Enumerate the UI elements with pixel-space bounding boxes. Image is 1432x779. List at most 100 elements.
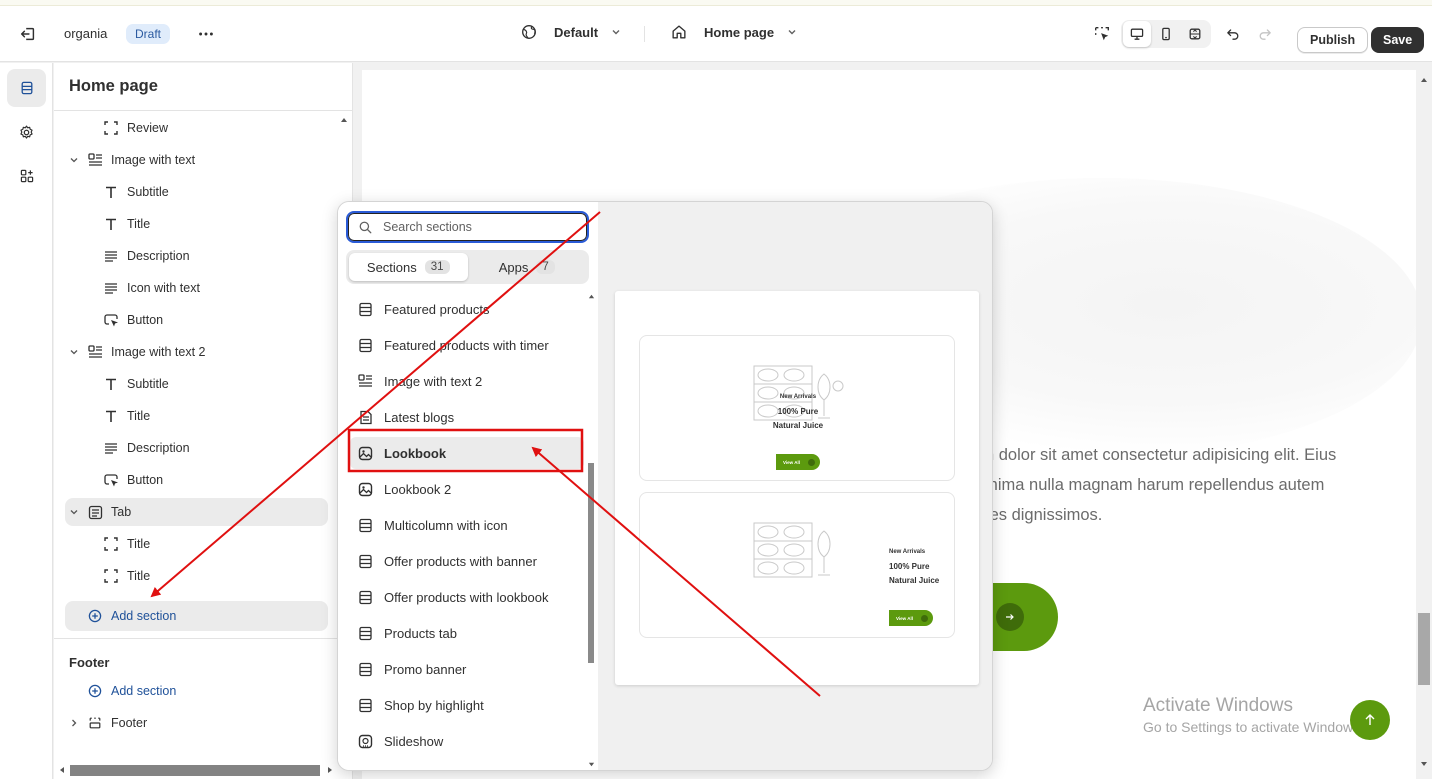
sections-sidebar: Home page Review Image with text Subtitle T…: [54, 63, 353, 779]
footer-section-icon: [89, 717, 101, 729]
horizontal-scrollbar[interactable]: [58, 763, 344, 777]
card-headline: Natural Juice: [889, 576, 940, 585]
tree-item-label: Description: [127, 249, 190, 263]
desktop-view-button[interactable]: [1123, 21, 1151, 47]
scroll-up-arrow-icon[interactable]: [588, 293, 595, 300]
block-tree-item[interactable]: Description: [103, 242, 190, 270]
card-view-all-button: View All: [889, 610, 933, 626]
footer-section-item[interactable]: Footer: [69, 709, 147, 737]
undo-button[interactable]: [1219, 20, 1247, 48]
scroll-up-arrow-icon[interactable]: [1420, 76, 1428, 84]
chevron-down-icon[interactable]: [69, 155, 79, 165]
block-tree-item[interactable]: Title: [103, 562, 150, 590]
desktop-icon: [1130, 28, 1144, 40]
section-list-item-label: Shop by highlight: [384, 697, 484, 713]
section-list-item[interactable]: Slideshow: [350, 725, 584, 757]
search-input[interactable]: [383, 220, 563, 234]
section-list-item[interactable]: Lookbook 2: [350, 473, 584, 505]
scroll-left-arrow-icon[interactable]: [58, 766, 66, 774]
scroll-right-arrow-icon[interactable]: [326, 766, 334, 774]
block-tree-item[interactable]: Title: [103, 530, 150, 558]
publish-button[interactable]: Publish: [1297, 27, 1369, 53]
horizontal-scroll-thumb[interactable]: [70, 765, 320, 776]
footer-section-label: Footer: [111, 716, 148, 730]
tree-item-label: Icon with text: [127, 281, 200, 295]
theme-selector[interactable]: Default: [520, 23, 622, 41]
block-tree-item[interactable]: Icon with text: [103, 274, 200, 302]
paragraph-line: tes dignissimos.: [985, 506, 1103, 524]
block-tree-item[interactable]: Button: [103, 306, 163, 334]
section-tree-item[interactable]: Image with text: [69, 146, 195, 174]
tree-item-label: Button: [127, 313, 164, 327]
section-tree-item[interactable]: Tab: [65, 498, 328, 526]
section-list-scrollbar[interactable]: [587, 291, 596, 769]
block-dashed-icon: [103, 569, 119, 583]
scroll-down-arrow-icon[interactable]: [588, 761, 595, 768]
footer-group-heading: Footer: [69, 655, 110, 670]
section-list-item[interactable]: Latest blogs: [350, 401, 584, 433]
section-list-item-label: Offer products with banner: [384, 553, 537, 569]
vertical-scroll-thumb[interactable]: [1418, 613, 1430, 685]
rail-theme-settings-button[interactable]: [7, 113, 46, 151]
section-list-item[interactable]: Image with text 2: [350, 365, 584, 397]
block-tree-item[interactable]: Title: [103, 210, 150, 238]
block-tree-item[interactable]: Description: [103, 434, 190, 462]
scroll-to-top-button[interactable]: [1350, 700, 1390, 740]
inspector-button[interactable]: [1088, 20, 1116, 48]
ellipsis-icon: [199, 32, 213, 36]
section-list-item[interactable]: Multicolumn with icon: [350, 509, 584, 541]
mobile-view-button[interactable]: [1152, 21, 1180, 47]
card-button-label: View All: [896, 615, 914, 621]
fullscreen-view-button[interactable]: [1181, 21, 1209, 47]
exit-editor-button[interactable]: [14, 20, 42, 48]
section-list-item[interactable]: Offer products with banner: [350, 545, 584, 577]
section-list-item[interactable]: Shop by highlight: [350, 689, 584, 721]
tab-apps[interactable]: Apps 7: [468, 253, 587, 281]
section-tree-item[interactable]: Image with text 2: [69, 338, 206, 366]
section-list-item[interactable]: Featured products with timer: [350, 329, 584, 361]
section-list-item[interactable]: Offer products with lookbook: [350, 581, 584, 613]
footer-add-section-button[interactable]: Add section: [87, 677, 176, 705]
store-name: organia: [64, 26, 108, 41]
scroll-up-arrow-icon[interactable]: [339, 115, 349, 125]
chevron-right-icon[interactable]: [69, 718, 79, 728]
more-actions-button[interactable]: [192, 20, 220, 48]
section-list-item[interactable]: Promo banner: [350, 653, 584, 685]
preview-cta-button[interactable]: [990, 583, 1058, 651]
block-tree-item[interactable]: Button: [103, 466, 163, 494]
undo-icon: [1227, 29, 1239, 40]
tab-icon: [87, 505, 103, 520]
section-list-scroll-thumb[interactable]: [588, 463, 594, 663]
section-list-item-label: Featured products: [384, 301, 490, 317]
save-button[interactable]: Save: [1371, 27, 1425, 53]
block-tree-item[interactable]: Title: [103, 402, 150, 430]
section-list-item[interactable]: Featured products: [350, 293, 584, 325]
section-list-item[interactable]: Products tab: [350, 617, 584, 649]
arrow-up-icon: [1365, 714, 1375, 725]
redo-button[interactable]: [1251, 20, 1279, 48]
tab-sections[interactable]: Sections 31: [349, 253, 468, 281]
add-section-button[interactable]: Add section: [65, 601, 328, 631]
preview-vertical-scrollbar[interactable]: [1416, 70, 1432, 779]
section-list-item[interactable]: Lookbook: [350, 437, 584, 469]
rail-sections-button[interactable]: [7, 69, 46, 107]
chevron-down-icon[interactable]: [69, 347, 79, 357]
card-headline: Natural Juice: [772, 421, 824, 430]
page-selector[interactable]: Home page: [670, 23, 798, 41]
block-tree-item[interactable]: Subtitle: [103, 370, 169, 398]
left-rail: [0, 63, 53, 779]
block-tree-item[interactable]: Subtitle: [103, 178, 169, 206]
rail-apps-button[interactable]: [7, 157, 46, 195]
scroll-down-arrow-icon[interactable]: [1420, 760, 1428, 768]
chevron-down-icon[interactable]: [69, 507, 79, 517]
tree-item-label: Image with text 2: [111, 345, 206, 359]
page-label: Home page: [704, 24, 775, 40]
search-field[interactable]: [346, 211, 589, 243]
block-dashed-icon: [103, 537, 119, 551]
section-icon: [358, 302, 373, 317]
image-icon: [358, 482, 373, 497]
tree-item-label: Subtitle: [127, 377, 169, 391]
text-T-icon: [103, 185, 119, 199]
block-tree-item[interactable]: Review: [103, 114, 168, 142]
section-list-item-label: Products tab: [384, 625, 457, 641]
